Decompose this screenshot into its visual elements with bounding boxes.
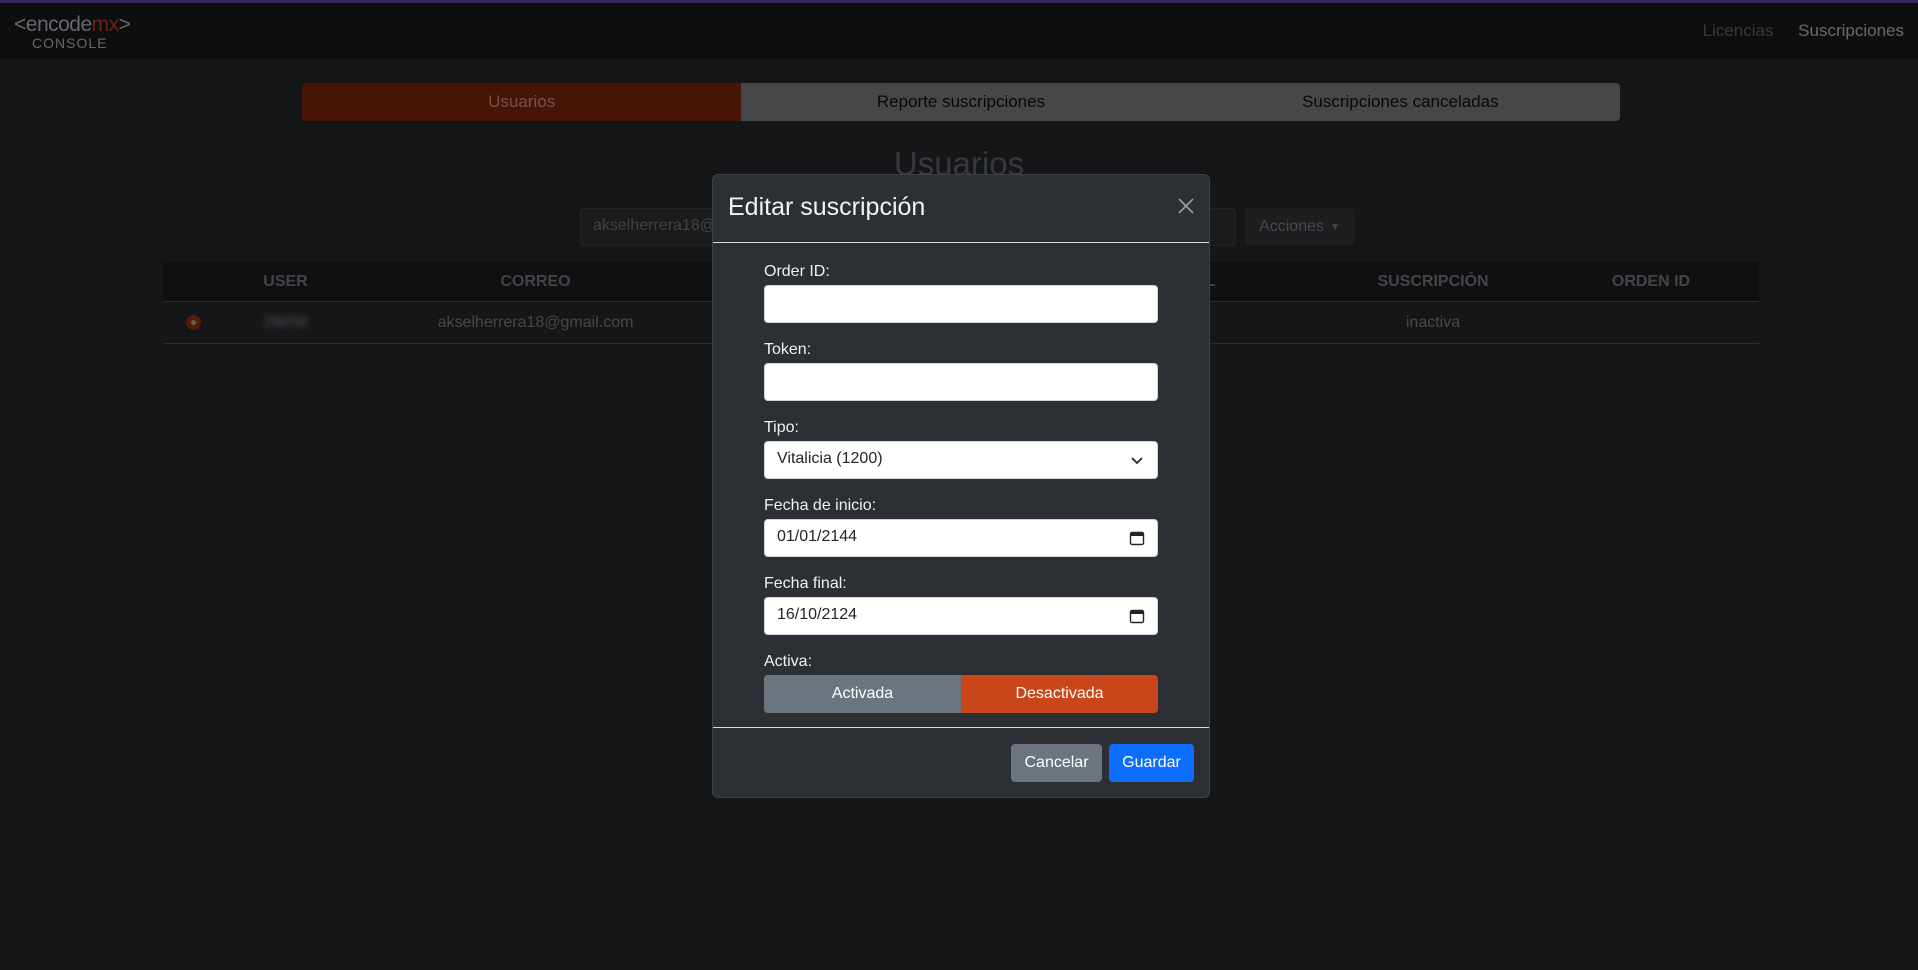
order-id-label: Order ID: — [764, 263, 830, 280]
order-id-field[interactable] — [764, 285, 1158, 323]
save-button[interactable]: Guardar — [1109, 744, 1194, 782]
fecha-inicio-field[interactable]: 01/01/2144 — [764, 519, 1158, 557]
fecha-inicio-value: 01/01/2144 — [777, 528, 858, 545]
tipo-label: Tipo: — [764, 419, 799, 436]
edit-subscription-modal: Editar suscripción Order ID: Token: Tipo… — [712, 174, 1210, 798]
tipo-select[interactable]: Vitalicia (1200) — [764, 441, 1158, 479]
activa-label: Activa: — [764, 653, 813, 670]
calendar-icon[interactable] — [1129, 608, 1145, 624]
modal-title: Editar suscripción — [728, 193, 926, 221]
tipo-selected-value: Vitalicia (1200) — [777, 450, 883, 467]
calendar-icon[interactable] — [1129, 530, 1145, 546]
fecha-final-value: 16/10/2124 — [777, 606, 858, 623]
fecha-final-field[interactable]: 16/10/2124 — [764, 597, 1158, 635]
fecha-inicio-label: Fecha de inicio: — [764, 497, 877, 514]
cancel-button[interactable]: Cancelar — [1011, 744, 1102, 782]
modal-header: Editar suscripción — [713, 175, 1209, 243]
close-icon[interactable] — [1177, 197, 1195, 215]
modal-footer: Cancelar Guardar — [713, 727, 1209, 797]
chevron-down-icon — [1131, 457, 1143, 465]
token-field[interactable] — [764, 363, 1158, 401]
activa-toggle-group: Activada Desactivada — [764, 675, 1158, 713]
activada-button[interactable]: Activada — [764, 675, 961, 713]
fecha-final-label: Fecha final: — [764, 575, 847, 592]
token-label: Token: — [764, 341, 812, 358]
modal-body: Order ID: Token: Tipo: Vitalicia (1200) … — [764, 263, 1160, 713]
desactivada-button[interactable]: Desactivada — [961, 675, 1158, 713]
